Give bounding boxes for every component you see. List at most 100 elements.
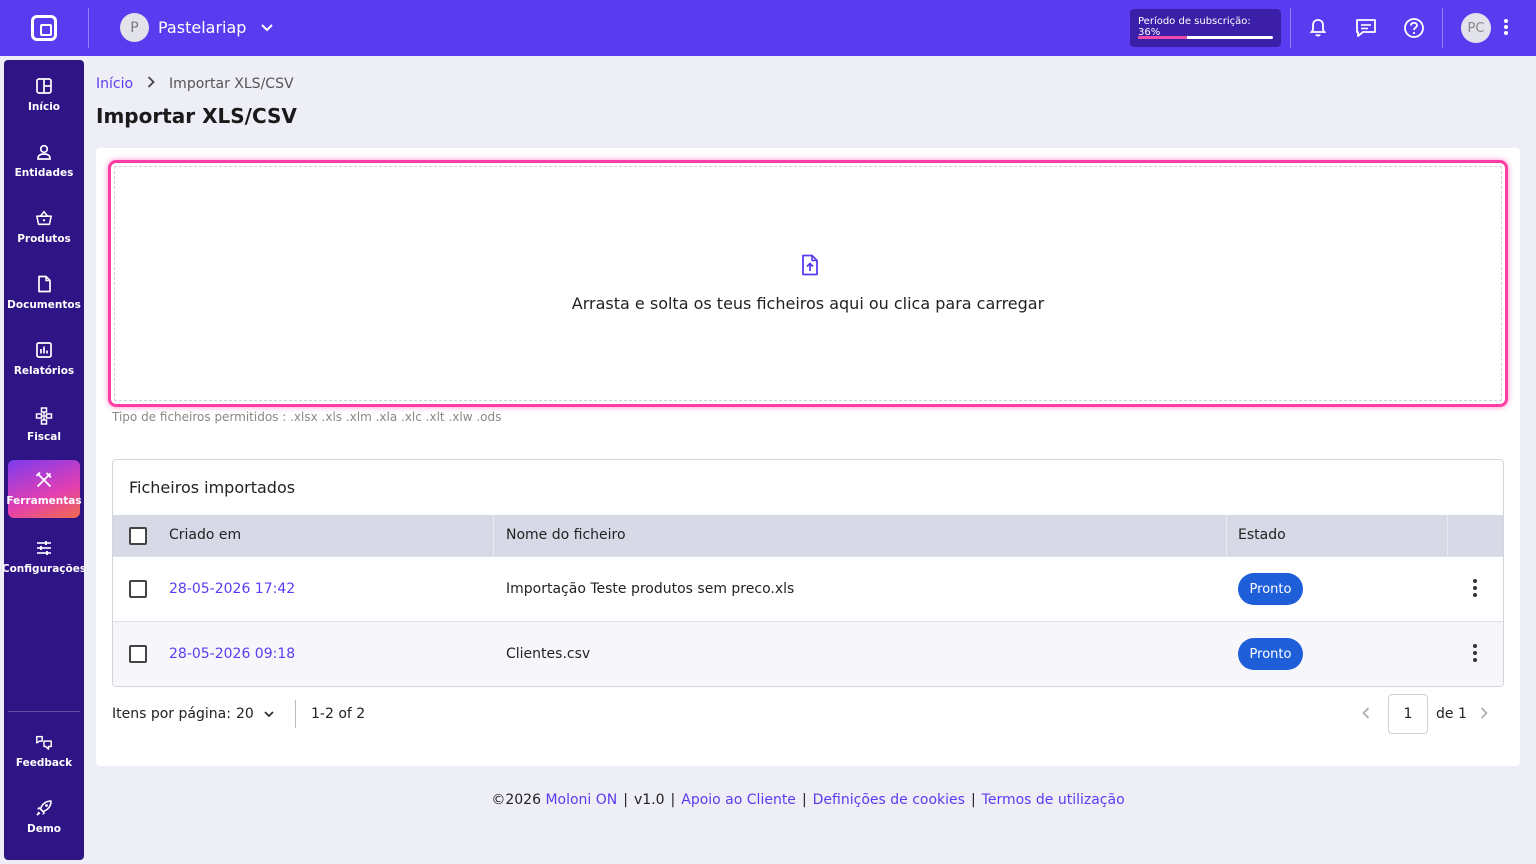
tools-icon — [35, 471, 53, 489]
row-actions-more-icon[interactable] — [1473, 579, 1477, 599]
sidebar-item-label: Documentos — [7, 299, 81, 311]
column-header-filename[interactable]: Nome do ficheiro — [506, 515, 626, 556]
company-avatar: P — [120, 13, 149, 42]
app-logo-icon[interactable] — [31, 15, 57, 41]
items-per-page-select[interactable]: 20 — [236, 706, 274, 722]
topbar-divider — [1442, 8, 1443, 48]
page-total-label: de 1 — [1436, 706, 1467, 722]
top-bar: P Pastelariap Período de subscrição: 36%… — [0, 0, 1536, 56]
sidebar-item-label: Ferramentas — [6, 495, 82, 507]
footer-separator: | — [670, 792, 676, 808]
created-date-link[interactable]: 28-05-2026 17:42 — [169, 557, 295, 621]
footer-separator: | — [801, 792, 807, 808]
document-icon — [35, 275, 53, 293]
select-all-checkbox[interactable] — [129, 527, 147, 545]
breadcrumb: Início Importar XLS/CSV — [96, 76, 294, 92]
chart-icon — [35, 341, 53, 359]
sidebar-item-configuracoes[interactable]: Configurações — [2, 528, 86, 586]
sliders-icon — [35, 539, 53, 557]
pagination-divider — [295, 700, 296, 728]
dropzone-text: Arrasta e solta os teus ficheiros aqui o… — [571, 294, 1045, 313]
basket-icon — [35, 209, 53, 227]
sidebar-item-label: Demo — [27, 823, 61, 835]
row-actions-more-icon[interactable] — [1473, 644, 1477, 664]
subscription-progress-fill — [1138, 36, 1187, 39]
sidebar-item-inicio[interactable]: Início — [8, 66, 80, 124]
column-header-created[interactable]: Criado em — [169, 515, 241, 556]
sidebar-item-fiscal[interactable]: Fiscal — [8, 396, 80, 454]
page-range: 1-2 of 2 — [311, 706, 366, 722]
footer-separator: | — [623, 792, 628, 808]
row-checkbox[interactable] — [129, 580, 147, 598]
items-per-page-value: 20 — [236, 706, 254, 722]
sidebar-item-label: Relatórios — [13, 365, 75, 377]
sidebar-item-ferramentas[interactable]: Ferramentas — [6, 460, 82, 518]
company-selector[interactable]: P Pastelariap — [120, 13, 274, 42]
footer-version: v1.0 — [633, 792, 665, 808]
allowed-file-types: Tipo de ficheiros permitidos : .xlsx .xl… — [112, 410, 502, 424]
dropzone-dashed-border — [114, 166, 1502, 401]
subscription-progress-bar — [1138, 36, 1273, 39]
chevron-down-icon — [261, 21, 274, 35]
topbar-divider — [1290, 8, 1291, 48]
footer-copyright: ©2026 — [491, 792, 541, 808]
chevron-left-icon[interactable] — [1362, 704, 1370, 723]
sidebar-item-label: Produtos — [17, 233, 71, 245]
subscription-indicator[interactable]: Período de subscrição: 36% — [1130, 9, 1281, 47]
sidebar-item-label: Feedback — [15, 757, 73, 769]
row-checkbox[interactable] — [129, 645, 147, 663]
created-date-link[interactable]: 28-05-2026 09:18 — [169, 622, 295, 686]
file-name: Importação Teste produtos sem preco.xls — [506, 581, 795, 597]
chevron-down-icon — [264, 706, 274, 722]
help-icon[interactable] — [1402, 16, 1426, 40]
items-per-page-label: Itens por página: — [112, 706, 231, 722]
column-header-status[interactable]: Estado — [1238, 515, 1286, 556]
file-name: Clientes.csv — [506, 646, 591, 662]
sidebar-item-label: Configurações — [1, 563, 87, 575]
topbar-divider — [88, 8, 89, 48]
bell-icon[interactable] — [1306, 16, 1330, 40]
sidebar-item-feedback[interactable]: Feedback — [8, 722, 80, 780]
footer-terms-link[interactable]: Termos de utilização — [982, 792, 1125, 808]
person-icon — [35, 143, 53, 161]
subscription-label: Período de subscrição: 36% — [1138, 16, 1251, 38]
chevron-right-icon — [147, 76, 155, 92]
sidebar-item-label: Fiscal — [27, 431, 61, 443]
breadcrumb-current: Importar XLS/CSV — [169, 76, 294, 92]
panel-title: Ficheiros importados — [129, 478, 296, 497]
sidebar-item-produtos[interactable]: Produtos — [8, 198, 80, 256]
sidebar-item-documentos[interactable]: Documentos — [7, 264, 81, 322]
sidebar-item-relatorios[interactable]: Relatórios — [8, 330, 80, 388]
imported-files-panel: Ficheiros importados Criado em Nome do f… — [112, 459, 1504, 687]
page-title: Importar XLS/CSV — [96, 104, 297, 128]
column-divider — [493, 515, 494, 556]
sidebar-item-label: Início — [27, 101, 61, 113]
footer-cookies-link[interactable]: Definições de cookies — [813, 792, 965, 808]
footer-support-link[interactable]: Apoio ao Cliente — [681, 792, 796, 808]
sidebar-item-label: Entidades — [14, 167, 74, 179]
footer-brand-link[interactable]: Moloni ON — [545, 792, 617, 808]
footer: ©2026 Moloni ON | v1.0 | Apoio ao Cliente | De… — [0, 792, 1536, 808]
file-dropzone[interactable]: Arrasta e solta os teus ficheiros aqui o… — [108, 160, 1508, 407]
page-number-input[interactable] — [1388, 694, 1428, 734]
table-row[interactable]: 28-05-2026 17:42 Importação Teste produt… — [113, 556, 1503, 621]
hierarchy-icon — [35, 407, 53, 425]
chevron-right-icon[interactable] — [1480, 704, 1488, 723]
user-avatar[interactable]: PC — [1461, 13, 1491, 43]
column-divider — [1447, 515, 1448, 556]
table-header: Criado em Nome do ficheiro Estado — [113, 515, 1503, 556]
chat-icon[interactable] — [1354, 16, 1378, 40]
file-upload-icon — [800, 254, 820, 276]
dashboard-icon — [35, 77, 53, 95]
more-vertical-icon[interactable] — [1503, 17, 1509, 41]
sidebar-item-entidades[interactable]: Entidades — [8, 132, 80, 190]
pagination: Itens por página: 20 1-2 of 2 de 1 — [112, 694, 1504, 734]
sidebar: Início Entidades Produtos Documentos Rel… — [2, 60, 86, 860]
import-card: Arrasta e solta os teus ficheiros aqui o… — [96, 148, 1520, 766]
column-divider — [1226, 515, 1227, 556]
table-row[interactable]: 28-05-2026 09:18 Clientes.csv Pronto — [113, 621, 1503, 686]
sidebar-divider — [8, 711, 80, 712]
breadcrumb-home-link[interactable]: Início — [96, 76, 133, 92]
feedback-icon — [35, 733, 53, 751]
status-badge: Pronto — [1238, 638, 1303, 670]
